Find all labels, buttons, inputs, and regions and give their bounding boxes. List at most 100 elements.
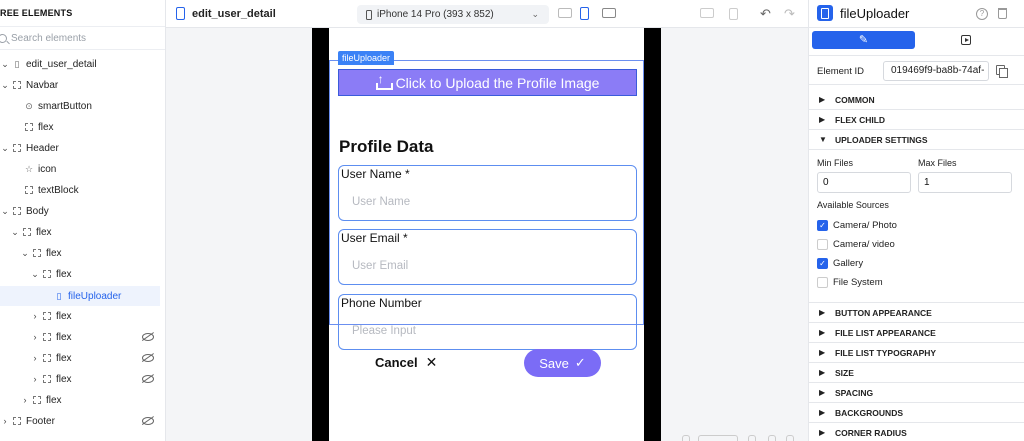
trash-icon[interactable]: [998, 8, 1007, 19]
section-flex-child[interactable]: ▶ FLEX CHILD: [809, 110, 1024, 130]
tree-node-flex[interactable]: ⌄ flex: [0, 264, 160, 284]
chevron-down-icon[interactable]: ⌄: [10, 227, 20, 238]
selection-tag: fileUploader: [338, 51, 395, 65]
phone-number-field[interactable]: Phone Number Please Input: [338, 294, 637, 350]
fullscreen-icon[interactable]: [786, 435, 794, 441]
tree-node-label: textBlock: [38, 184, 79, 196]
file-uploader-selection[interactable]: fileUploader Click to Upload the Profile…: [329, 51, 644, 350]
source-gallery[interactable]: ✓ Gallery: [817, 256, 863, 270]
user-email-field[interactable]: User Email * User Email: [338, 229, 637, 285]
zoom-in-icon[interactable]: [768, 435, 776, 441]
eye-off-icon[interactable]: [142, 417, 154, 425]
source-camera-video[interactable]: Camera/ video: [817, 237, 895, 251]
chevron-right-icon[interactable]: ›: [30, 311, 40, 321]
search-icon: [0, 33, 7, 43]
tree-node-textblock[interactable]: textBlock: [0, 180, 160, 200]
element-id-field[interactable]: 019469f9-ba8b-74af-: [883, 61, 989, 81]
top-toolbar: edit_user_detail iPhone 14 Pro (393 x 85…: [166, 0, 808, 28]
tree-node-label: flex: [38, 121, 54, 133]
cancel-button[interactable]: Cancel ✕: [375, 354, 437, 371]
tree-search-input[interactable]: Search elements: [0, 26, 165, 50]
redo-icon[interactable]: ↷: [784, 6, 795, 22]
star-icon: ☆: [24, 163, 34, 174]
device-select[interactable]: iPhone 14 Pro (393 x 852) ⌄: [357, 5, 549, 24]
eye-off-icon[interactable]: [142, 333, 154, 341]
tree-node-flex[interactable]: › flex: [0, 348, 160, 368]
tree-node-flex[interactable]: › flex: [0, 306, 160, 326]
copy-icon[interactable]: [996, 65, 1008, 78]
chevron-right-icon[interactable]: ›: [30, 374, 40, 384]
section-spacing[interactable]: ▶ SPACING: [809, 383, 1024, 403]
tablet-view-icon[interactable]: [558, 8, 572, 18]
section-backgrounds[interactable]: ▶ BACKGROUNDS: [809, 403, 1024, 423]
section-file-list-appearance[interactable]: ▶ FILE LIST APPEARANCE: [809, 323, 1024, 343]
available-sources-label: Available Sources: [817, 200, 889, 210]
help-icon[interactable]: ?: [976, 8, 988, 20]
container-icon: [12, 80, 22, 90]
section-button-appearance[interactable]: ▶ BUTTON APPEARANCE: [809, 303, 1024, 323]
section-label: SIZE: [835, 367, 854, 378]
tree-node-label: flex: [56, 352, 72, 364]
tab-style[interactable]: ✎: [812, 31, 915, 49]
tab-actions-play-icon[interactable]: [961, 35, 971, 45]
chevron-down-icon[interactable]: ⌄: [20, 248, 30, 259]
section-file-list-typography[interactable]: ▶ FILE LIST TYPOGRAPHY: [809, 343, 1024, 363]
max-files-input[interactable]: 1: [918, 172, 1012, 193]
min-files-input[interactable]: 0: [817, 172, 911, 193]
tree-node-flex[interactable]: › flex: [0, 390, 160, 410]
chevron-right-icon[interactable]: ›: [30, 332, 40, 342]
device-frame-icon[interactable]: [729, 8, 738, 20]
tree-node-flex[interactable]: flex: [0, 117, 160, 137]
chevron-right-icon[interactable]: ›: [20, 395, 30, 405]
section-size[interactable]: ▶ SIZE: [809, 363, 1024, 383]
tree-node-flex[interactable]: ⌄ flex: [0, 243, 160, 263]
fit-icon[interactable]: [682, 435, 690, 441]
checkbox-checked[interactable]: ✓: [817, 219, 828, 231]
section-corner-radius[interactable]: ▶ CORNER RADIUS: [809, 423, 1024, 441]
phone-view-icon[interactable]: [580, 7, 589, 20]
tree-node-navbar[interactable]: ⌄ Navbar: [0, 75, 160, 95]
save-button[interactable]: Save ✓: [524, 349, 601, 377]
chevron-down-icon[interactable]: ⌄: [0, 143, 10, 154]
phone-icon: [366, 9, 372, 20]
eye-off-icon[interactable]: [142, 354, 154, 362]
container-icon: [32, 248, 42, 258]
tree-node-fileuploader[interactable]: ▯ fileUploader: [0, 286, 160, 306]
checkbox-unchecked[interactable]: [817, 276, 828, 288]
chevron-down-icon[interactable]: ⌄: [0, 59, 10, 70]
section-uploader-settings[interactable]: ▼ UPLOADER SETTINGS: [809, 130, 1024, 150]
section-common[interactable]: ▶ COMMON: [809, 90, 1024, 110]
user-name-field[interactable]: User Name * User Name: [338, 165, 637, 221]
checkbox-unchecked[interactable]: [817, 238, 828, 250]
tree-node-flex[interactable]: ⌄ flex: [0, 222, 160, 242]
chevron-down-icon[interactable]: ⌄: [0, 80, 10, 91]
tree-node-body[interactable]: ⌄ Body: [0, 201, 160, 221]
chevron-down-icon[interactable]: ⌄: [30, 269, 40, 280]
chevron-down-icon: ▼: [819, 135, 827, 144]
tree-node-icon[interactable]: ☆ icon: [0, 159, 160, 179]
chevron-right-icon[interactable]: ›: [30, 353, 40, 363]
zoom-level[interactable]: [698, 435, 738, 441]
chevron-right-icon[interactable]: ›: [0, 416, 10, 426]
chevron-down-icon[interactable]: ⌄: [0, 206, 10, 217]
tree-node-label: flex: [56, 268, 72, 280]
tree-node-smartbutton[interactable]: ⊙ smartButton: [0, 96, 160, 116]
file-icon: ▯: [56, 290, 62, 301]
zoom-out-icon[interactable]: [748, 435, 756, 441]
desktop-view-icon[interactable]: [602, 8, 616, 18]
tree-node-footer[interactable]: › Footer: [0, 411, 160, 431]
source-file-system[interactable]: File System: [817, 275, 883, 289]
preview-icon[interactable]: [700, 8, 714, 18]
container-icon: [42, 311, 52, 321]
tree-node-flex[interactable]: › flex: [0, 369, 160, 389]
undo-icon[interactable]: ↶: [760, 6, 771, 22]
tree-node-header[interactable]: ⌄ Header: [0, 138, 160, 158]
tree-node-page[interactable]: ⌄ ▯ edit_user_detail: [0, 54, 160, 74]
eye-off-icon[interactable]: [142, 375, 154, 383]
upload-profile-image-button[interactable]: Click to Upload the Profile Image: [338, 69, 637, 96]
source-camera-photo[interactable]: ✓ Camera/ Photo: [817, 218, 897, 232]
tree-node-flex[interactable]: › flex: [0, 327, 160, 347]
checkbox-checked[interactable]: ✓: [817, 257, 828, 269]
zoom-controls[interactable]: [682, 432, 804, 441]
design-canvas[interactable]: fileUploader Click to Upload the Profile…: [166, 28, 808, 441]
